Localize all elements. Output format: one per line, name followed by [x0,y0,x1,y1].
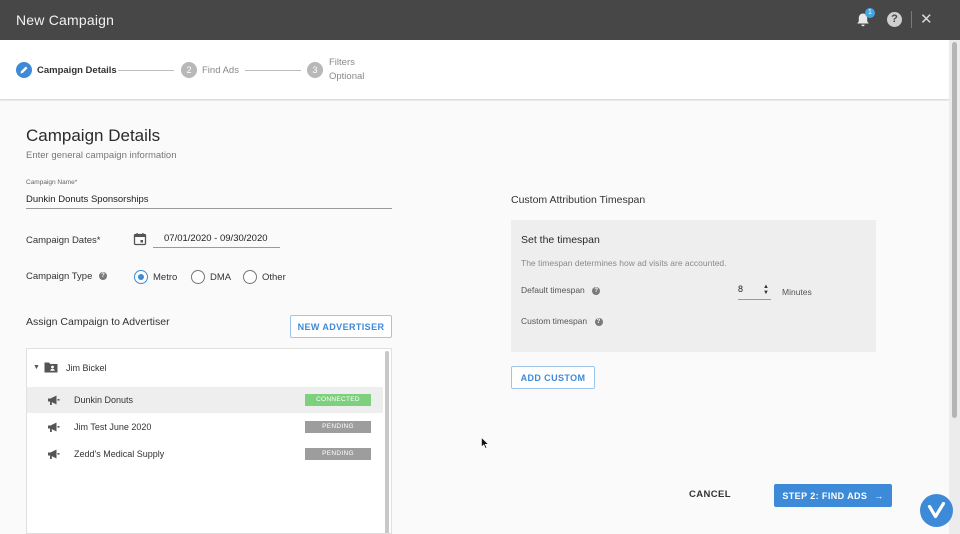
stepper-arrows-icon[interactable]: ▲ ▼ [763,284,769,296]
campaign-type-radio-metro[interactable]: Metro [134,270,177,284]
advertiser-tree: ▼ Jim Bickel Dunkin Donuts CONNECTED Jim… [26,348,392,534]
default-timespan-stepper[interactable]: 8 ▲ ▼ [738,284,771,300]
tree-group-row[interactable]: ▼ Jim Bickel [27,355,383,381]
step-connector [118,70,174,71]
mouse-cursor-icon [481,437,489,449]
arrow-right-icon: → [874,490,884,501]
campaign-type-radio-dma[interactable]: DMA [191,270,231,284]
next-step-button[interactable]: STEP 2: FIND ADS → [774,484,892,507]
page-subtitle: Enter general campaign information [26,150,177,161]
status-badge: PENDING [305,448,371,460]
step-2-number[interactable]: 2 [181,62,197,78]
custom-timespan-help-icon[interactable]: ? [594,317,603,326]
step-indicator: Campaign Details 2 Find Ads 3 Filters Op… [0,40,949,100]
caret-down-icon[interactable]: ▼ [33,364,40,371]
step-3-sublabel: Optional [329,71,365,82]
attribution-panel: Set the timespan The timespan determines… [511,220,876,352]
custom-timespan-label-text: Custom timespan [521,316,588,326]
campaign-type-radio-other[interactable]: Other [243,270,286,284]
radio-unselected-icon[interactable] [191,270,205,284]
step-2-label[interactable]: Find Ads [202,65,239,76]
close-icon[interactable]: ✕ [920,11,933,28]
radio-unselected-icon[interactable] [243,270,257,284]
notification-badge: 1 [865,8,875,18]
cancel-button[interactable]: CANCEL [689,489,731,500]
advertiser-name: Zedd's Medical Supply [74,449,165,459]
advertiser-name: Jim Test June 2020 [74,422,152,432]
title-bar-divider [911,11,912,28]
radio-label: DMA [210,271,232,283]
step-3-number[interactable]: 3 [307,62,323,78]
calendar-icon[interactable] [133,232,147,246]
campaign-dates-label: Campaign Dates* [26,235,101,246]
assign-advertiser-title: Assign Campaign to Advertiser [26,316,170,328]
default-timespan-label-text: Default timespan [521,285,585,295]
help-icon[interactable]: ? [887,12,902,27]
title-bar: New Campaign 1 ? ✕ [0,0,960,40]
attribution-title: Custom Attribution Timespan [511,194,646,206]
default-timespan-value: 8 [738,284,744,294]
advertiser-name: Dunkin Donuts [74,395,134,405]
status-badge: PENDING [305,421,371,433]
megaphone-icon [48,422,60,432]
radio-label: Other [262,271,286,283]
campaign-type-help-icon[interactable]: ? [99,272,108,281]
default-timespan-label: Default timespan ? [521,285,601,295]
next-step-label: STEP 2: FIND ADS [782,490,868,501]
add-custom-button[interactable]: ADD CUSTOM [511,366,595,389]
step-3-label[interactable]: Filters [329,57,355,68]
page-scrollbar-thumb[interactable] [952,42,957,418]
status-badge: CONNECTED [305,394,371,406]
page-title: Campaign Details [26,126,161,145]
radio-label: Metro [153,271,178,283]
tree-row[interactable]: Zedd's Medical Supply PENDING [27,441,383,467]
campaign-dates-input[interactable] [153,230,280,248]
window-title: New Campaign [16,12,115,28]
default-timespan-help-icon[interactable]: ? [592,286,601,295]
tree-row[interactable]: Dunkin Donuts CONNECTED [27,387,383,413]
campaign-name-input[interactable] [26,191,392,209]
timespan-description: The timespan determines how ad visits ar… [521,258,727,268]
page-scrollbar[interactable] [949,40,960,534]
campaign-type-label-text: Campaign Type [26,271,93,282]
tree-row[interactable]: Jim Test June 2020 PENDING [27,414,383,440]
megaphone-icon [48,395,60,405]
step-1-label[interactable]: Campaign Details [37,65,117,76]
timespan-unit: Minutes [782,287,812,297]
campaign-type-label: Campaign Type ? [26,271,108,282]
chat-fab-button[interactable] [920,494,953,527]
timespan-heading: Set the timespan [521,234,600,246]
tree-scrollbar[interactable] [385,351,389,533]
folder-user-icon [44,362,58,373]
campaign-name-label: Campaign Name* [26,179,78,186]
tree-group-name: Jim Bickel [66,363,107,373]
new-advertiser-button[interactable]: NEW ADVERTISER [290,315,392,338]
megaphone-icon [48,449,60,459]
step-1-pencil-icon[interactable] [16,62,32,78]
brand-check-icon [927,501,946,519]
radio-selected-icon[interactable] [134,270,148,284]
step-connector [245,70,301,71]
custom-timespan-label: Custom timespan ? [521,316,603,326]
